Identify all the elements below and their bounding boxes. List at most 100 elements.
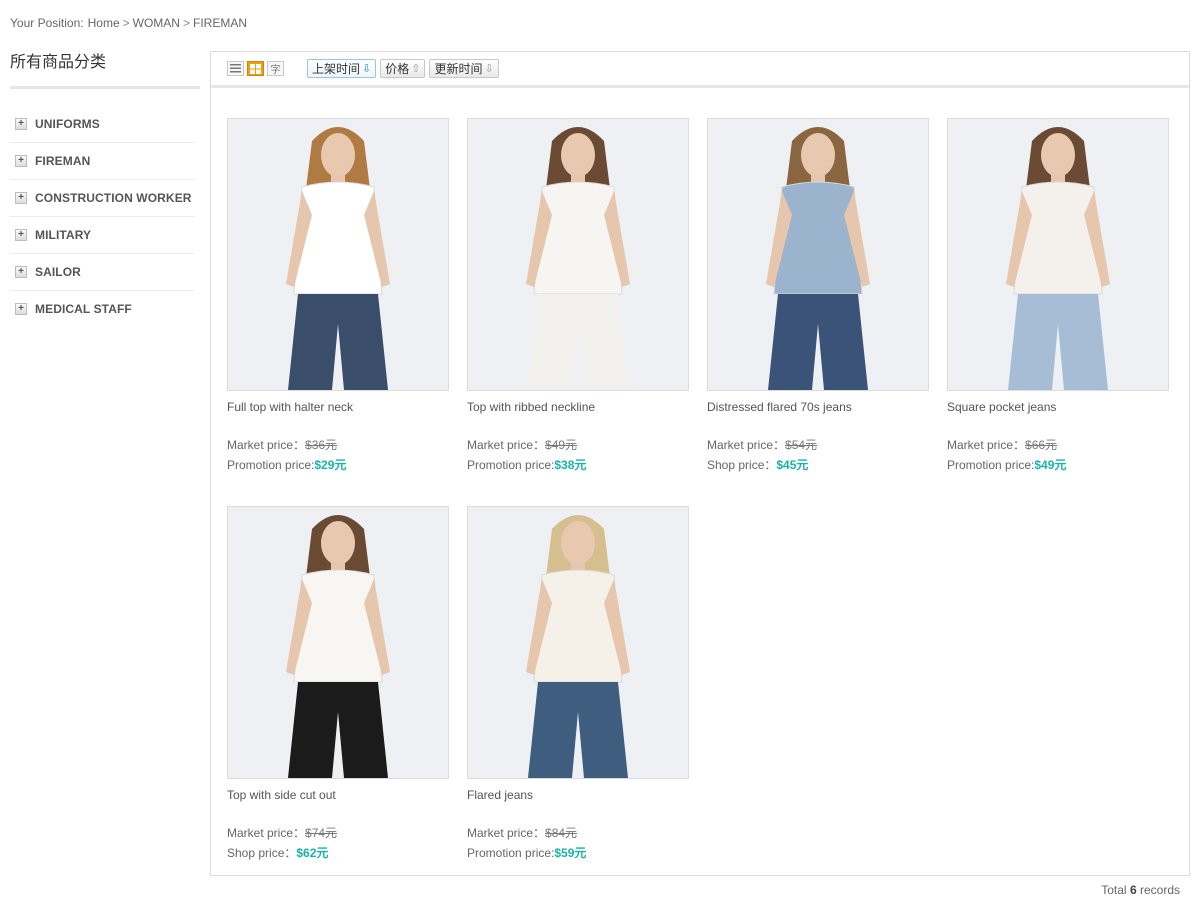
product-card: Distressed flared 70s jeans Market price…: [707, 118, 929, 475]
breadcrumb-label: Your Position:: [10, 16, 84, 30]
model-face: [801, 133, 835, 177]
market-price-value: $49元: [545, 438, 578, 452]
model-face: [561, 521, 595, 565]
arrow-up-icon: ⇧: [411, 63, 421, 75]
model-illustration: [948, 119, 1168, 390]
expand-plus-icon[interactable]: +: [15, 192, 27, 204]
sale-price-label: Promotion price:: [467, 458, 555, 472]
expand-plus-icon[interactable]: +: [15, 303, 27, 315]
expand-plus-icon[interactable]: +: [15, 155, 27, 167]
product-photo[interactable]: [947, 118, 1169, 391]
product-card: Full top with halter neck Market price：$…: [227, 118, 449, 475]
category-label: UNIFORMS: [35, 117, 100, 131]
model-face: [1041, 133, 1075, 177]
category-uniforms[interactable]: + UNIFORMS: [10, 106, 195, 143]
model-illustration: [468, 119, 688, 390]
model-top: [1013, 181, 1103, 295]
market-price-label: Market price：: [227, 438, 306, 452]
product-name-link[interactable]: Distressed flared 70s jeans: [707, 400, 929, 418]
market-price-value: $84元: [545, 826, 578, 840]
model-face: [561, 133, 595, 177]
breadcrumb-fireman-link[interactable]: FIREMAN: [193, 16, 247, 30]
sort-by-shelf-time-button[interactable]: 上架时间 ⇩: [307, 59, 377, 78]
product-photo[interactable]: [707, 118, 929, 391]
sale-price-value: $59元: [554, 846, 587, 860]
arrow-down-icon: ⇩: [484, 63, 494, 75]
category-fireman[interactable]: + FIREMAN: [10, 143, 195, 180]
market-price-line: Market price：$54元: [707, 435, 929, 455]
breadcrumb-woman-link[interactable]: WOMAN: [133, 16, 180, 30]
product-photo[interactable]: [467, 506, 689, 779]
model-illustration: [228, 507, 448, 778]
market-price-value: $54元: [785, 438, 818, 452]
category-label: FIREMAN: [35, 154, 91, 168]
view-sort-toolbar: 字 上架时间 ⇩ 价格 ⇧ 更新时间 ⇩: [211, 52, 1189, 88]
market-price-line: Market price：$36元: [227, 435, 449, 455]
product-card: Top with side cut out Market price：$74元 …: [227, 506, 449, 863]
model-top: [533, 181, 623, 295]
product-name-link[interactable]: Flared jeans: [467, 788, 689, 806]
product-card: Top with ribbed neckline Market price：$4…: [467, 118, 689, 475]
breadcrumb-separator: >: [182, 16, 190, 30]
product-photo[interactable]: [227, 118, 449, 391]
grid-view-icon[interactable]: [247, 61, 264, 76]
market-price-label: Market price：: [467, 826, 546, 840]
model-illustration: [228, 119, 448, 390]
category-label: MEDICAL STAFF: [35, 302, 132, 316]
market-price-value: $66元: [1025, 438, 1058, 452]
product-card: Flared jeans Market price：$84元 Promotion…: [467, 506, 689, 863]
market-price-line: Market price：$74元: [227, 823, 449, 843]
market-price-line: Market price：$66元: [947, 435, 1169, 455]
text-view-icon[interactable]: 字: [267, 61, 284, 76]
product-photo[interactable]: [227, 506, 449, 779]
record-count-suffix: records: [1139, 883, 1180, 897]
category-sidebar: 所有商品分类 + UNIFORMS + FIREMAN + CONSTRUCTI…: [10, 51, 200, 327]
expand-plus-icon[interactable]: +: [15, 229, 27, 241]
expand-plus-icon[interactable]: +: [15, 266, 27, 278]
breadcrumb-separator: >: [122, 16, 130, 30]
product-name-link[interactable]: Top with side cut out: [227, 788, 449, 806]
product-name-link[interactable]: Top with ribbed neckline: [467, 400, 689, 418]
category-list: + UNIFORMS + FIREMAN + CONSTRUCTION WORK…: [10, 106, 200, 327]
category-medical-staff[interactable]: + MEDICAL STAFF: [10, 291, 195, 327]
category-construction-worker[interactable]: + CONSTRUCTION WORKER: [10, 180, 195, 217]
market-price-line: Market price：$49元: [467, 435, 689, 455]
model-face: [321, 521, 355, 565]
sale-price-label: Promotion price:: [947, 458, 1035, 472]
market-price-line: Market price：$84元: [467, 823, 689, 843]
sort-by-price-button[interactable]: 价格 ⇧: [380, 59, 426, 78]
sale-price-value: $38元: [554, 458, 587, 472]
breadcrumb: Your Position: Home > WOMAN > FIREMAN: [10, 16, 247, 30]
market-price-label: Market price：: [467, 438, 546, 452]
list-view-icon[interactable]: [227, 61, 244, 76]
model-top: [533, 569, 623, 683]
category-label: CONSTRUCTION WORKER: [35, 191, 192, 205]
sort-by-update-time-button[interactable]: 更新时间 ⇩: [429, 59, 499, 78]
product-card: Square pocket jeans Market price：$66元 Pr…: [947, 118, 1169, 475]
sort-label: 上架时间: [312, 62, 361, 76]
category-sailor[interactable]: + SAILOR: [10, 254, 195, 291]
record-count: Total 6 records: [1101, 883, 1180, 897]
model-illustration: [468, 507, 688, 778]
category-military[interactable]: + MILITARY: [10, 217, 195, 254]
model-illustration: [708, 119, 928, 390]
product-panel: 字 上架时间 ⇩ 价格 ⇧ 更新时间 ⇩ Full top with halte…: [210, 51, 1190, 876]
product-name-link[interactable]: Full top with halter neck: [227, 400, 449, 418]
product-photo[interactable]: [467, 118, 689, 391]
model-top: [293, 569, 383, 683]
model-top: [293, 181, 383, 295]
market-price-label: Market price：: [947, 438, 1026, 452]
record-count-prefix: Total: [1101, 883, 1127, 897]
market-price-value: $74元: [305, 826, 338, 840]
category-label: SAILOR: [35, 265, 81, 279]
product-name-link[interactable]: Square pocket jeans: [947, 400, 1169, 418]
sale-price-value: $49元: [1034, 458, 1067, 472]
sidebar-title: 所有商品分类: [10, 51, 200, 89]
sale-price-value: $29元: [314, 458, 347, 472]
sale-price-label: Shop price：: [707, 458, 777, 472]
expand-plus-icon[interactable]: +: [15, 118, 27, 130]
sale-price-value: $45元: [776, 458, 809, 472]
breadcrumb-home-link[interactable]: Home: [88, 16, 120, 30]
market-price-value: $36元: [305, 438, 338, 452]
sale-price-line: Promotion price:$49元: [947, 455, 1169, 475]
